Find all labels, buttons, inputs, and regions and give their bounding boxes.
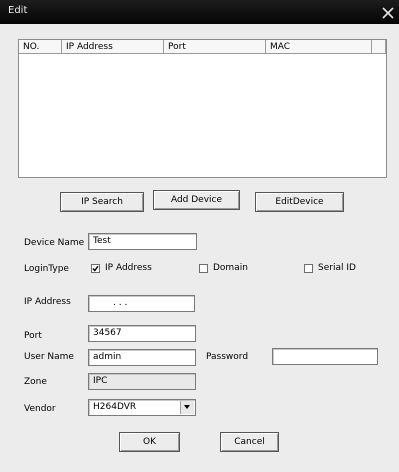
vendor-select[interactable]: H264DVR: [88, 399, 196, 416]
column-header-mac[interactable]: MAC: [266, 40, 372, 54]
serial-id-option-label: Serial ID: [318, 263, 356, 273]
column-header-no[interactable]: NO.: [19, 40, 62, 54]
device-name-input[interactable]: Test: [88, 233, 197, 250]
dropdown-button[interactable]: [180, 401, 194, 414]
column-header-ip-address[interactable]: IP Address: [62, 40, 164, 54]
login-type-serial-id-option[interactable]: Serial ID: [304, 263, 356, 273]
column-header-filler: [372, 40, 386, 54]
user-name-input[interactable]: admin: [88, 349, 196, 366]
checkmark-icon: [92, 265, 99, 272]
ip-address-option-label: IP Address: [105, 263, 152, 273]
ip-address-checkbox[interactable]: [91, 263, 100, 273]
domain-option-label: Domain: [213, 263, 248, 273]
ip-search-button[interactable]: IP Search: [60, 192, 144, 212]
login-type-label: LoginType: [24, 264, 69, 274]
device-name-label: Device Name: [24, 238, 85, 248]
cancel-button[interactable]: Cancel: [220, 432, 279, 452]
login-type-domain-option[interactable]: Domain: [199, 263, 248, 273]
chevron-down-icon: [184, 405, 190, 409]
login-type-ip-address-option[interactable]: IP Address: [91, 263, 152, 273]
zone-label: Zone: [24, 377, 47, 387]
password-input[interactable]: [272, 348, 378, 365]
serial-id-checkbox[interactable]: [304, 263, 313, 273]
password-label: Password: [206, 352, 249, 362]
port-input[interactable]: 34567: [88, 325, 196, 342]
add-device-button[interactable]: Add Device: [153, 190, 240, 210]
vendor-selected-value: H264DVR: [93, 402, 137, 412]
user-name-label: User Name: [24, 352, 74, 362]
device-list-header: NO. IP Address Port MAC: [19, 40, 386, 56]
zone-input: IPC: [88, 373, 196, 390]
column-header-port[interactable]: Port: [164, 40, 266, 54]
close-icon[interactable]: [381, 6, 395, 20]
port-label: Port: [24, 331, 42, 341]
device-list[interactable]: NO. IP Address Port MAC: [18, 39, 387, 178]
domain-checkbox[interactable]: [199, 263, 208, 273]
window-title: Edit: [8, 5, 28, 16]
ok-button[interactable]: OK: [119, 432, 180, 452]
vendor-label: Vendor: [24, 404, 56, 414]
title-bar: Edit: [0, 0, 399, 24]
ip-address-input[interactable]: . . .: [88, 295, 195, 312]
ip-address-label: IP Address: [24, 297, 71, 307]
edit-device-button[interactable]: EditDevice: [255, 192, 344, 212]
